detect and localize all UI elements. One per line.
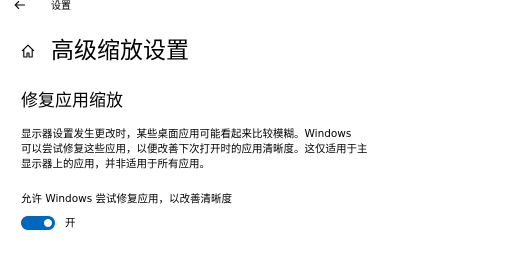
fix-scaling-toggle-row: 开 — [21, 215, 76, 231]
toggle-state-label: 开 — [65, 216, 76, 229]
title-bar: 设置 — [0, 0, 527, 14]
settings-window: 设置 高级缩放设置 修复应用缩放 显示器设置发生更改时，某些桌面应用可能看起来比… — [0, 0, 527, 267]
description-line: 可以尝试修复这些应用，以便改善下次打开时的应用清晰度。这仅适用于主 — [21, 143, 368, 155]
section-description: 显示器设置发生更改时，某些桌面应用可能看起来比较模糊。Windows 可以尝试修… — [21, 127, 411, 172]
description-line: 显示器设置发生更改时，某些桌面应用可能看起来比较模糊。Windows — [21, 128, 352, 140]
fix-scaling-toggle[interactable] — [21, 216, 55, 230]
page-title: 高级缩放设置 — [51, 38, 189, 64]
back-arrow-icon — [14, 0, 25, 10]
toggle-label: 允许 Windows 尝试修复应用，以改善清晰度 — [21, 193, 233, 205]
home-icon — [21, 44, 35, 58]
app-title: 设置 — [51, 1, 71, 12]
toggle-knob — [44, 219, 52, 227]
description-line: 显示器上的应用，并非适用于所有应用。 — [21, 158, 210, 170]
back-button[interactable] — [10, 0, 30, 13]
section-title: 修复应用缩放 — [21, 91, 123, 111]
page-header: 高级缩放设置 — [18, 34, 189, 68]
home-button[interactable] — [18, 41, 38, 61]
